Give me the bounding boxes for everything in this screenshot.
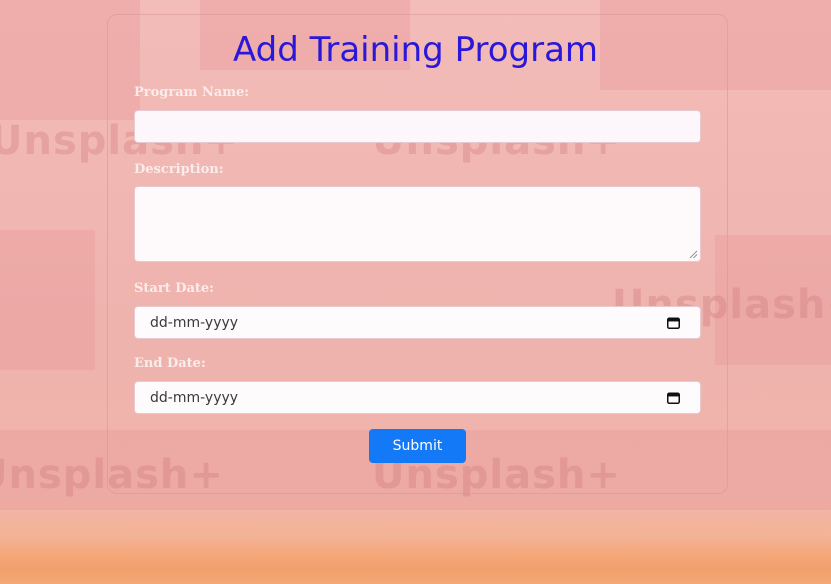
background-patch	[0, 230, 95, 370]
program-name-input[interactable]	[134, 110, 701, 143]
description-textarea[interactable]	[134, 186, 701, 262]
start-date-label: Start Date:	[134, 281, 214, 296]
resize-grip-icon[interactable]	[689, 250, 697, 258]
start-date-placeholder: dd-mm-yyyy	[150, 315, 239, 331]
end-date-input[interactable]: dd-mm-yyyy	[134, 381, 701, 414]
background-bottom-band	[0, 535, 831, 584]
submit-button[interactable]: Submit	[369, 429, 466, 463]
end-date-label: End Date:	[134, 356, 206, 371]
description-label: Description:	[134, 162, 224, 177]
start-date-input[interactable]: dd-mm-yyyy	[134, 306, 701, 339]
page-title: Add Training Program	[232, 30, 599, 70]
program-name-label: Program Name:	[134, 85, 250, 100]
calendar-icon[interactable]	[667, 392, 680, 404]
end-date-placeholder: dd-mm-yyyy	[150, 390, 239, 406]
calendar-icon[interactable]	[667, 317, 680, 329]
